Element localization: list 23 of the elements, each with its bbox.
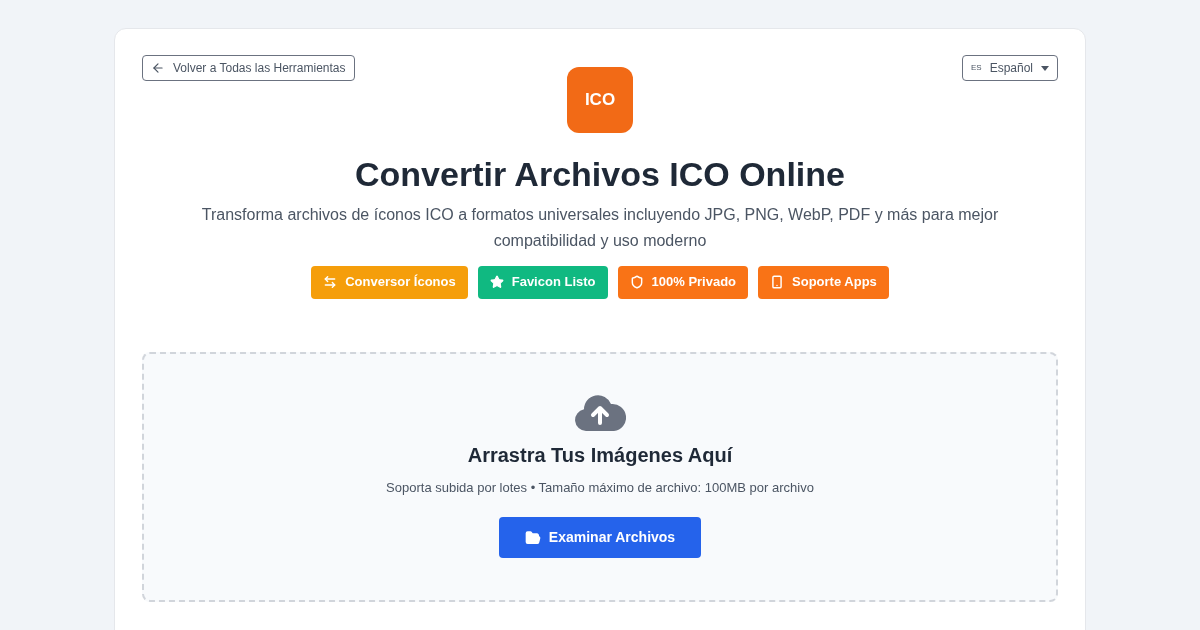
swap-arrows-icon xyxy=(323,275,338,289)
feature-badge: Conversor Íconos xyxy=(311,265,468,299)
back-button[interactable]: Volver a Todas las Herramientas xyxy=(142,55,355,81)
feature-badge: Favicon Listo xyxy=(477,265,608,299)
star-icon xyxy=(489,275,504,289)
caret-icon xyxy=(1041,65,1049,71)
feature-badge: 100% Privado xyxy=(617,265,749,299)
browse-files-button[interactable]: Examinar Archivos xyxy=(498,517,702,558)
language-selector[interactable]: ES Español xyxy=(961,55,1058,81)
language-label: Español xyxy=(989,60,1033,77)
dropzone-title: Arrastra Tus Imágenes Aquí xyxy=(467,442,733,468)
dropzone-hint: Soporta subida por lotes • Tamaño máximo de archivo: 100MB por archivo xyxy=(386,478,814,497)
phone-icon xyxy=(770,275,785,289)
app-logo: ICO xyxy=(567,67,633,133)
cloud-upload-icon xyxy=(574,393,626,432)
upload-dropzone[interactable]: Arrastra Tus Imágenes Aquí Soporta subida por lotes • Tamaño máximo de archivo: 100MB por archivo Examinar Archivos xyxy=(142,351,1058,602)
page-subtitle: Transforma archivos de íconos ICO a formatos universales incluyendo JPG, PNG, WebP, PDF y más para mejor compatibilidad y uso moderno xyxy=(200,204,1000,251)
page-title: Convertir Archivos ICO Online xyxy=(355,154,845,195)
shield-icon xyxy=(629,275,644,289)
feature-badge: Soporte Apps xyxy=(758,265,889,299)
arrow-left-icon xyxy=(151,61,165,75)
language-code: ES xyxy=(970,62,982,74)
folder-icon xyxy=(524,529,541,546)
